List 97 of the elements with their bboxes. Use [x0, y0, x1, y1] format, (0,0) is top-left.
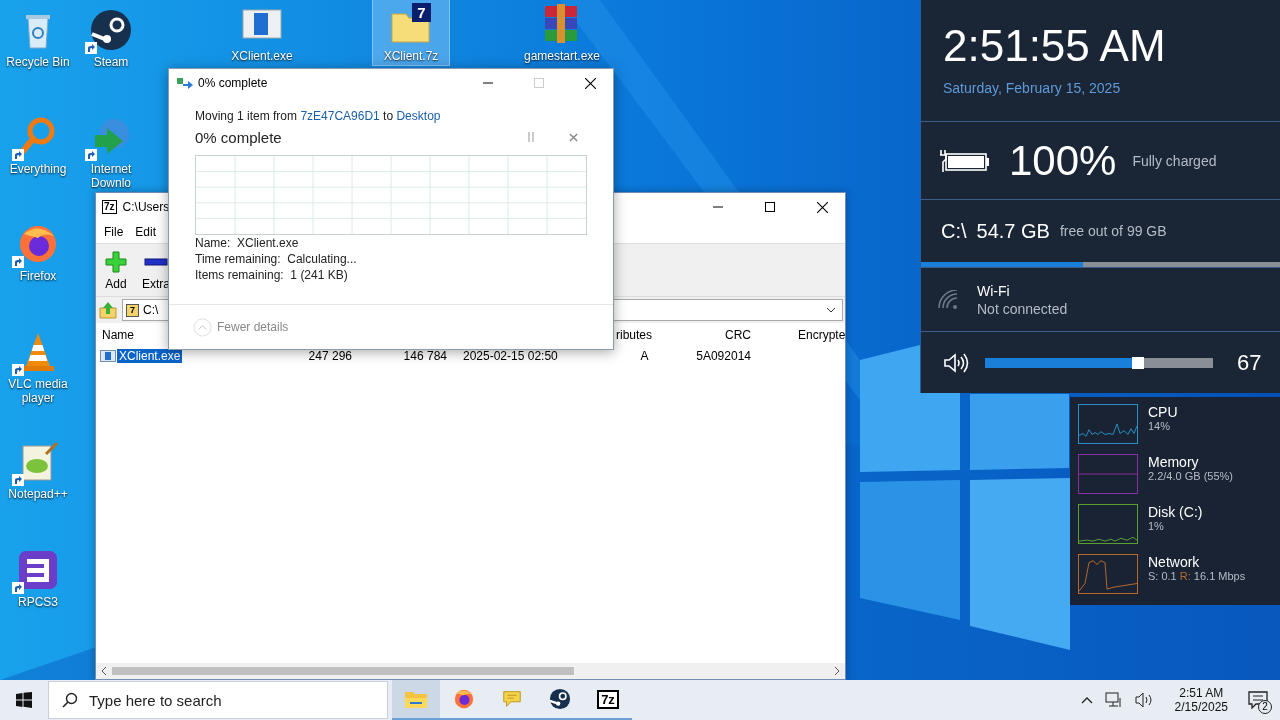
icon-label: Notepad++: [8, 487, 68, 501]
archive-folder-icon: 7: [126, 303, 139, 317]
taskbar-app[interactable]: 7z: [584, 680, 632, 720]
icon-label: Recycle Bin: [6, 55, 70, 69]
fewer-details-button[interactable]: Fewer details: [193, 317, 289, 337]
clock-time: 2:51:55 AM: [943, 20, 1167, 72]
table-cell-text: 247 296: [307, 349, 353, 363]
minus-icon: [144, 257, 168, 266]
detail-line: Name: XClient.exe: [195, 235, 300, 251]
desktop-icon[interactable]: gamestart.exe: [523, 0, 599, 65]
scroll-left-icon[interactable]: [100, 667, 108, 675]
table-cell-text: 5A092014: [695, 349, 752, 363]
circle-logo-icon: [549, 688, 571, 710]
detail-line: Items remaining: 1 (241 KB): [195, 267, 349, 283]
metric-value: 2.2/4.0 GB (55%): [1148, 470, 1233, 482]
file-icon: [100, 350, 116, 362]
chevron-up-icon[interactable]: [1080, 696, 1093, 704]
column-header[interactable]: CRC: [673, 328, 756, 342]
metric-name: CPU: [1148, 404, 1178, 420]
window-title: C:\Users: [122, 200, 170, 214]
menu-item[interactable]: Edit: [129, 223, 163, 241]
metric-name: Memory: [1148, 454, 1200, 470]
pause-icon: [527, 132, 535, 142]
fox-globe-icon: [453, 688, 475, 710]
chevron-up-icon: [193, 317, 212, 337]
operation-summary: Moving 1 item from 7zE47CA96D1 to Desktop: [195, 109, 442, 123]
window-title: 0% complete: [198, 76, 268, 90]
free-space: 54.7 GB: [976, 219, 1050, 243]
minimize-icon: [713, 206, 723, 208]
table-cell-text: A: [639, 349, 650, 363]
app-tile-icon: [16, 548, 60, 592]
speaker-icon[interactable]: [1134, 692, 1155, 708]
close-icon: [568, 132, 578, 142]
desktop-icon[interactable]: 7 XClient.7z: [373, 0, 449, 65]
scrollbar-thumb[interactable]: [112, 667, 574, 675]
detail-line: Time remaining: Calculating...: [195, 251, 358, 267]
volume-reading: 67: [1237, 349, 1262, 376]
metric-value: S: 0.1 R: 16.1 Mbps: [1148, 570, 1246, 582]
icon-label: XClient.exe: [231, 49, 293, 63]
icon-label: Internet Downlo: [89, 162, 133, 190]
column-header[interactable]: Encrypte: [756, 328, 846, 342]
app-logo-icon: 7z: [597, 689, 619, 709]
icon-label: XClient.7z: [383, 49, 439, 63]
speaker-icon[interactable]: [943, 351, 969, 374]
close-icon: [816, 201, 828, 213]
clock-date: 2/15/2025: [1174, 700, 1228, 714]
icon-label: Steam: [93, 55, 129, 69]
notifications-button[interactable]: 2: [1236, 680, 1280, 720]
drive-label: C:\: [941, 219, 967, 243]
folder-icon: [404, 689, 428, 709]
battery-status: Fully charged: [1132, 152, 1217, 169]
maximize-icon: [765, 202, 775, 212]
dropdown-caret-icon: [826, 307, 836, 313]
volume-track[interactable]: [985, 357, 1213, 368]
desktop-icon[interactable]: XClient.exe: [224, 0, 300, 65]
disk-caption: free out of 99 GB: [1059, 223, 1167, 239]
taskbar-clock[interactable]: 2:51 AM 2/15/2025: [1166, 686, 1236, 714]
icon-label: gamestart.exe: [524, 49, 598, 63]
circle-logo-icon: [89, 8, 133, 52]
search-icon: [62, 692, 78, 708]
start-icon: [16, 692, 32, 708]
notification-count: 2: [1258, 700, 1272, 714]
scroll-right-icon[interactable]: [833, 667, 841, 675]
menu-item[interactable]: File: [98, 223, 130, 241]
icon-label: Everything: [9, 162, 67, 176]
network-icon[interactable]: [1104, 692, 1123, 708]
minimize-icon: [483, 82, 493, 84]
icon-glyph: 7: [417, 4, 426, 21]
metric-value: 1%: [1148, 520, 1165, 532]
table-cell[interactable]: XClient.exe: [96, 349, 296, 363]
message-icon: [1248, 691, 1268, 709]
file-move-icon: [177, 77, 193, 89]
column-header[interactable]: ributes: [616, 328, 673, 342]
icon-label: VLC media player: [7, 377, 69, 405]
network-status: Not connected: [977, 300, 1068, 317]
maximize-icon: [534, 78, 544, 88]
file-name: XClient.exe: [117, 349, 183, 363]
metric-name: Network: [1148, 554, 1201, 570]
source-link[interactable]: 7zE47CA96D1: [300, 109, 380, 123]
battery-percent: 100%: [1009, 136, 1117, 185]
close-icon: [584, 77, 596, 89]
plus-icon: [104, 249, 128, 274]
table-cell-text: 146 784: [402, 349, 448, 363]
icon-label: RPCS3: [18, 595, 58, 609]
toolbar-button[interactable]: Add: [98, 244, 134, 296]
speech-bubble-icon: [501, 688, 523, 710]
search-field[interactable]: Type here to search: [48, 681, 388, 719]
app-logo-icon: 7z: [102, 200, 117, 214]
clock-date: Saturday, February 15, 2025: [943, 80, 1122, 96]
icon-label: Firefox: [19, 269, 57, 283]
progress-status: 0% complete: [195, 128, 282, 146]
clock-time: 2:51 AM: [1179, 686, 1224, 700]
network-name: Wi-Fi: [977, 282, 1011, 299]
metric-value: 14%: [1148, 420, 1172, 432]
destination-link[interactable]: Desktop: [396, 109, 441, 123]
metric-name: Disk (C:): [1148, 504, 1203, 520]
table-cell-text: 2025-02-15 02:50: [462, 349, 559, 363]
